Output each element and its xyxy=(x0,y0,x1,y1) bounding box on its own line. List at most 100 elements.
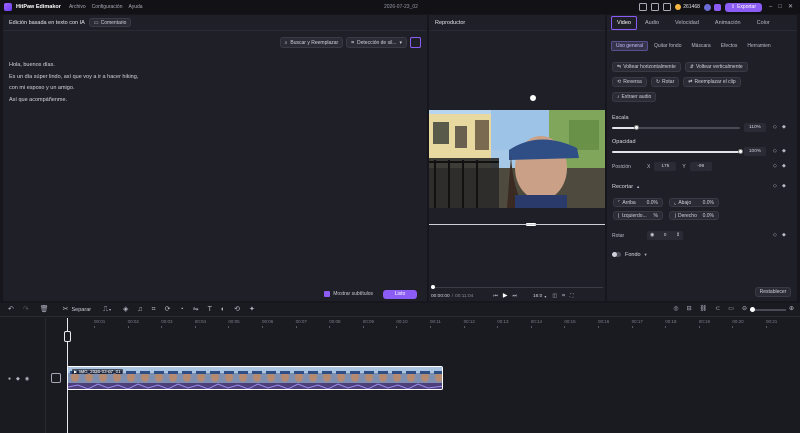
search-replace-button[interactable]: ⌕ Buscar y Reemplazar xyxy=(279,37,344,48)
rotate-input[interactable]: ◉ 0 ⇕ xyxy=(647,231,683,240)
done-button[interactable]: Listo xyxy=(383,289,417,299)
export-button[interactable]: ⇪ Exportar xyxy=(724,2,762,12)
reset-crop-icon[interactable]: ◆ xyxy=(782,183,786,190)
video-preview[interactable] xyxy=(429,110,605,208)
avatar[interactable] xyxy=(703,3,711,11)
freeze-icon[interactable]: ⎍ xyxy=(103,306,108,313)
silence-detect-button[interactable]: ⌗ Detección de sil... ▾ xyxy=(346,37,407,48)
caption-icon[interactable]: ▭ xyxy=(728,306,734,313)
keyframe-icon[interactable]: ◇ xyxy=(773,163,777,170)
opacity-slider-knob[interactable] xyxy=(737,149,743,154)
crop-bottom-field[interactable]: ⌞ Abajo 0.0% xyxy=(669,198,719,207)
tab-color[interactable]: Color xyxy=(757,20,770,26)
comment-button[interactable]: ▭ Comentario xyxy=(88,18,132,27)
aspect-ratio[interactable]: 16:0 xyxy=(533,294,542,299)
crop-icon[interactable]: ⌗ xyxy=(152,306,156,313)
transcript-line[interactable]: Hola, buenos días. xyxy=(9,60,138,72)
speed-icon[interactable]: ◔ xyxy=(179,306,183,313)
playhead-top-icon[interactable] xyxy=(64,331,71,342)
text-icon[interactable]: T xyxy=(208,306,212,313)
menu-ayuda[interactable]: Ayuda xyxy=(128,4,142,10)
reverse-button[interactable]: ⟲ Reversa xyxy=(612,77,647,87)
marker-icon[interactable]: ◈ xyxy=(123,306,128,313)
window-layout-icon[interactable] xyxy=(639,3,648,11)
crop-top-field[interactable]: ⌜ Arriba 0.0% xyxy=(613,198,663,207)
chevron-down-icon[interactable]: ▾ xyxy=(109,306,111,313)
link-icon[interactable]: ⛓ xyxy=(700,306,708,313)
keyframe-icon[interactable]: ◇ xyxy=(773,183,777,190)
zoom-slider[interactable] xyxy=(749,306,786,312)
transcript-text[interactable]: Hola, buenos días. Es un día súper lindo… xyxy=(9,60,138,106)
subtab-tools[interactable]: Herramien xyxy=(747,43,770,49)
opacity-value[interactable]: 100% xyxy=(744,147,766,156)
fullscreen-icon[interactable]: ⛶ xyxy=(570,293,574,300)
keyframe-icon[interactable]: ◇ xyxy=(773,232,777,239)
keyframe-icon[interactable]: ◇ xyxy=(773,148,777,155)
chevron-down-icon[interactable]: ▼ xyxy=(644,251,648,258)
subtab-effects[interactable]: Efectos xyxy=(721,43,738,49)
ai-icon[interactable]: ✦ xyxy=(249,306,255,313)
show-subtitles-checkbox[interactable] xyxy=(324,291,331,297)
flip-vertical-button[interactable]: ⇵ Voltear verticalmente xyxy=(684,62,748,72)
reset-position-icon[interactable]: ◆ xyxy=(782,163,786,170)
subtab-remove-background[interactable]: Quitar fondo xyxy=(654,43,682,49)
delete-icon[interactable]: 🗑 xyxy=(40,306,49,313)
transcript-line[interactable]: con mi esposo y un amigo. xyxy=(9,83,138,95)
close-icon[interactable]: ✕ xyxy=(788,4,793,11)
flip-horizontal-button[interactable]: ⇋ Voltear horizontalmente xyxy=(612,62,681,72)
transcript-line[interactable]: Es un día súper lindo, así que voy a ir … xyxy=(9,72,138,84)
keyframe-icon[interactable]: ◇ xyxy=(773,124,777,131)
reset-scale-icon[interactable]: ◆ xyxy=(782,124,786,131)
zoom-out-icon[interactable]: ⊖ xyxy=(742,306,747,313)
tab-video[interactable]: Video xyxy=(611,15,637,30)
menu-configuracion[interactable]: Configuración xyxy=(92,4,123,10)
step-forward-icon[interactable]: ⏭ xyxy=(513,293,518,300)
subtab-general[interactable]: Uso general xyxy=(611,40,648,51)
snapshot-icon[interactable]: ◫ xyxy=(552,293,557,300)
scale-slider-knob[interactable] xyxy=(633,125,639,130)
extract-audio-button[interactable]: ♪ Extraer audio xyxy=(612,92,657,102)
settings-icon[interactable] xyxy=(663,3,672,11)
record-icon[interactable]: ◎ xyxy=(673,306,678,313)
timeline-ruler[interactable]: 00:01 00:02 00:03 00:04 00:05 00:06 00:07 00:08… xyxy=(66,318,800,328)
chevron-up-icon[interactable]: ▲ xyxy=(636,183,640,190)
lock-icon[interactable]: ● xyxy=(8,376,11,383)
replace-clip-button[interactable]: ⇄ Reemplazar el clip xyxy=(683,77,741,87)
rotate-button[interactable]: ↻ Rotar xyxy=(650,77,680,87)
filter-icon[interactable]: ◐ xyxy=(221,306,225,313)
minimize-icon[interactable]: – xyxy=(769,4,772,11)
mute-icon[interactable]: ◆ xyxy=(16,376,20,383)
zoom-slider-knob[interactable] xyxy=(749,306,755,312)
reset-rotate-icon[interactable]: ◆ xyxy=(782,232,786,239)
step-back-icon[interactable]: ⏮ xyxy=(493,293,498,300)
opacity-slider[interactable] xyxy=(612,151,740,153)
menu-archivo[interactable]: Archivo xyxy=(69,4,86,10)
transcript-line[interactable]: Así que acompáñenme. xyxy=(9,95,138,107)
tab-audio[interactable]: Audio xyxy=(645,20,659,26)
rotate-icon[interactable]: ⟳ xyxy=(165,306,171,313)
maximize-icon[interactable]: □ xyxy=(778,4,782,11)
playback-progress-thumb[interactable] xyxy=(431,285,435,289)
redo-icon[interactable]: ↷ xyxy=(23,306,29,313)
reset-opacity-icon[interactable]: ◆ xyxy=(782,148,786,155)
magnet-icon[interactable]: ⊂ xyxy=(715,306,720,313)
playback-progress-track[interactable] xyxy=(431,287,603,288)
split-button[interactable]: ✂ Separar xyxy=(63,306,91,313)
tab-speed[interactable]: Velocidad xyxy=(675,20,699,26)
reverse-icon[interactable]: ⟲ xyxy=(234,306,240,313)
position-y-input[interactable]: -99 xyxy=(689,162,712,171)
mirror-icon[interactable]: ⇋ xyxy=(193,306,199,313)
feedback-icon[interactable] xyxy=(651,3,660,11)
background-toggle[interactable] xyxy=(612,252,621,257)
crop-right-field[interactable]: ⌋ Derecho 0.0% xyxy=(669,211,719,220)
video-clip[interactable]: ▶ IMG_2026-03-07_01 xyxy=(67,366,443,390)
scale-slider[interactable] xyxy=(612,127,740,129)
scale-value[interactable]: 110% xyxy=(744,123,766,132)
position-x-input[interactable]: 175 xyxy=(654,162,677,171)
zoom-in-icon[interactable]: ⊕ xyxy=(789,306,794,313)
tab-animation[interactable]: Animación xyxy=(715,20,741,26)
ai-tool-icon[interactable] xyxy=(410,37,421,48)
reset-button[interactable]: Restablecer xyxy=(755,287,791,297)
crop-icon[interactable]: ⌗ xyxy=(562,293,565,300)
rotate-handle[interactable] xyxy=(530,95,536,101)
